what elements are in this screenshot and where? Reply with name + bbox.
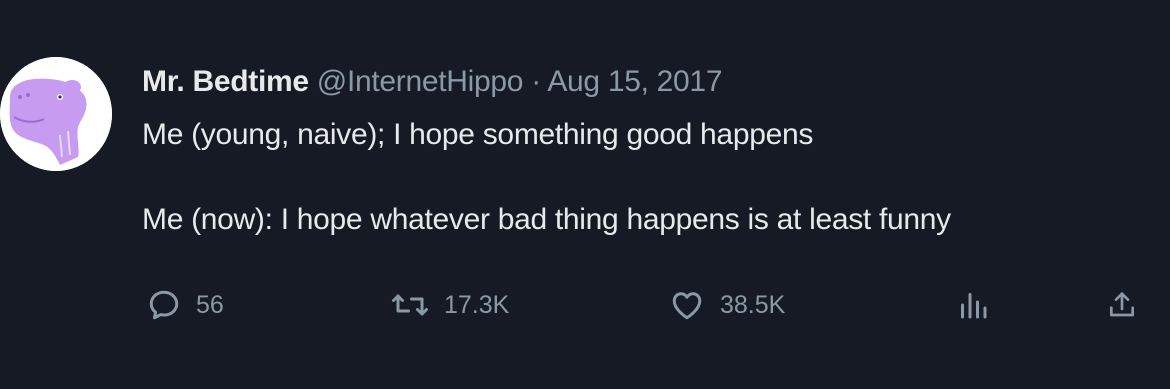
header-separator: · — [531, 65, 541, 98]
retweet-icon — [392, 294, 428, 316]
hippo-avatar-icon — [0, 57, 112, 171]
retweet-button[interactable]: 17.3K — [390, 280, 509, 330]
like-button[interactable]: 38.5K — [668, 280, 785, 330]
author-name[interactable]: Mr. Bedtime — [142, 65, 309, 98]
tweet-date[interactable]: Aug 15, 2017 — [547, 65, 722, 98]
author-handle[interactable]: @InternetHippo — [317, 65, 524, 98]
tweet-actions-bar: 56 17.3K 38.5K — [0, 280, 1170, 330]
retweet-count: 17.3K — [444, 290, 510, 319]
reply-count: 56 — [196, 290, 224, 319]
reply-button[interactable]: 56 — [146, 280, 224, 330]
like-count: 38.5K — [720, 290, 786, 319]
tweet-text: Me (young, naive); I hope something good… — [142, 115, 951, 240]
share-icon — [1110, 292, 1134, 317]
tweet-text-line-1: Me (young, naive); I hope something good… — [142, 118, 814, 151]
reply-icon — [149, 290, 179, 320]
avatar[interactable] — [0, 57, 112, 171]
tweet-text-line-2: Me (now): I hope whatever bad thing happ… — [142, 203, 951, 236]
tweet: Mr. Bedtime @InternetHippo · Aug 15, 201… — [0, 0, 1170, 389]
heart-icon — [672, 292, 702, 320]
share-button[interactable] — [1106, 280, 1138, 330]
views-bar-chart-icon — [961, 293, 987, 319]
views-button[interactable] — [958, 280, 988, 330]
tweet-header: Mr. Bedtime @InternetHippo · Aug 15, 201… — [142, 62, 723, 102]
